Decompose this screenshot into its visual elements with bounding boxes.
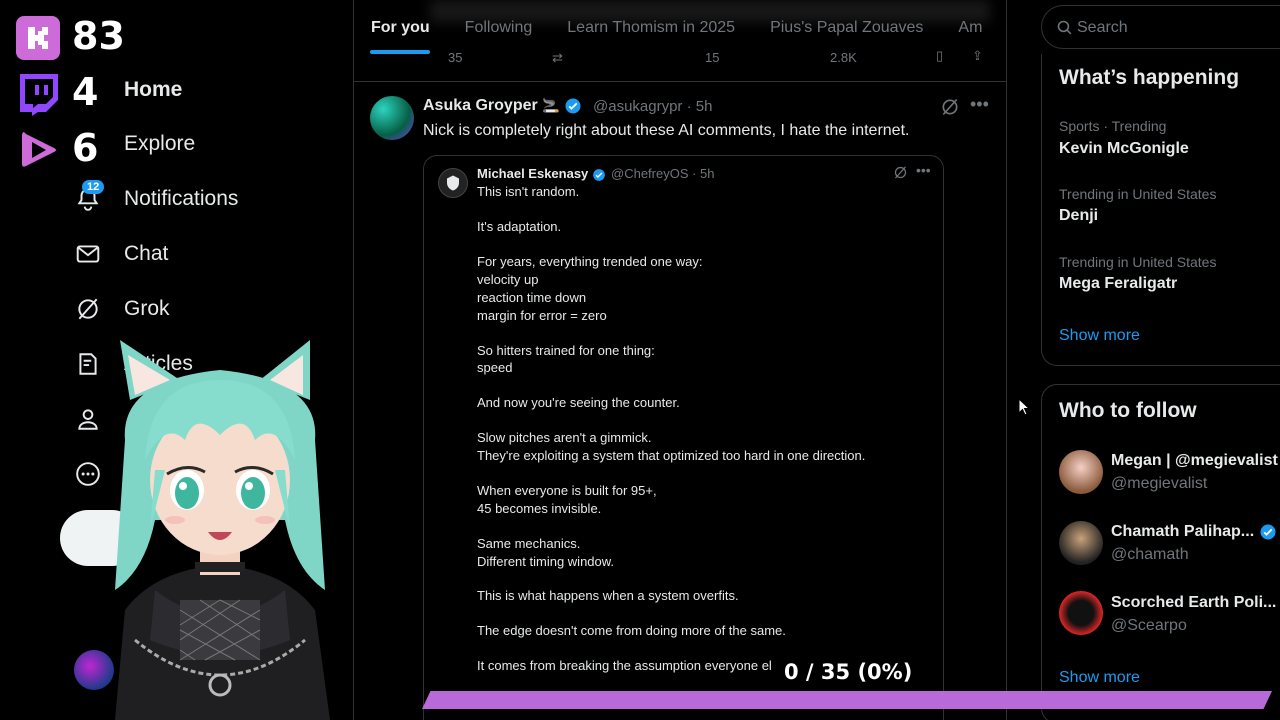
nav-grok[interactable]: Grok	[74, 289, 170, 329]
nav-chat[interactable]: Chat	[74, 234, 168, 274]
post-more-icon[interactable]: •••	[970, 94, 989, 115]
home-icon	[74, 76, 102, 104]
follow-name-text: Chamath Palihap...	[1111, 523, 1255, 541]
view-count[interactable]: 2.8K	[830, 50, 857, 65]
tab-papal-zouaves[interactable]: Pius's Papal Zouaves	[770, 19, 923, 37]
follow-name[interactable]: Chamath Palihap...	[1111, 523, 1277, 541]
kick-icon	[16, 16, 60, 60]
mouse-cursor-icon	[1018, 398, 1030, 416]
grok-post-icon[interactable]	[940, 97, 960, 122]
nav-explore-label: Explore	[124, 132, 196, 155]
tab-for-you[interactable]: For you	[371, 19, 430, 37]
repost-icon[interactable]: ⇄	[552, 50, 563, 66]
like-count[interactable]: 15	[705, 50, 719, 65]
quote-line: reaction time down	[477, 290, 587, 305]
trends-show-more-link[interactable]: Show more	[1059, 327, 1140, 345]
verified-icon	[593, 168, 605, 181]
quote-line: speed	[477, 360, 513, 375]
quote-line: This is what happens when a system overf…	[477, 588, 739, 603]
who-to-follow-title: Who to follow	[1059, 399, 1197, 422]
reply-count[interactable]: 35	[448, 50, 462, 65]
quote-line: It comes from breaking the assumption ev…	[477, 658, 772, 673]
play-icon	[16, 128, 60, 172]
quote-line: Slow pitches aren't a gimmick.	[477, 430, 652, 445]
quote-line: It's adaptation.	[477, 219, 562, 234]
trend-name[interactable]: Kevin McGonigle	[1059, 140, 1189, 158]
bookmark-icon[interactable]: ▯	[936, 48, 943, 64]
nav-chat-label: Chat	[124, 242, 169, 265]
follow-handle: @Scearpo	[1111, 617, 1187, 634]
post-author-avatar[interactable]	[370, 96, 414, 140]
who-to-follow-panel: Who to follow Megan | @megievalist @megi…	[1041, 384, 1280, 720]
quote-line: Same mechanics.	[477, 536, 581, 551]
trend-meta: Trending in United States	[1059, 186, 1217, 202]
search-input[interactable]: Search	[1041, 5, 1280, 49]
quote-line: For years, everything trended one way:	[477, 254, 703, 269]
quoted-post[interactable]: Michael Eskenasy @ChefreyOS · 5h ••• Thi…	[423, 155, 944, 720]
mail-icon	[74, 240, 102, 268]
follow-handle: @chamath	[1111, 546, 1189, 563]
share-icon[interactable]: ⇪	[972, 48, 983, 64]
follow-name[interactable]: Megan | @megievalist	[1111, 452, 1278, 470]
quote-more-icon[interactable]: •••	[916, 162, 931, 178]
post-handle-time[interactable]: @asukagrypr · 5h	[593, 98, 712, 115]
post-author-text: Asuka Groyper	[423, 97, 538, 115]
trend-name[interactable]: Denji	[1059, 207, 1098, 225]
trend-meta: Trending in United States	[1059, 254, 1217, 270]
follow-show-more-link[interactable]: Show more	[1059, 669, 1140, 687]
post-text: Nick is completely right about these AI …	[423, 122, 910, 139]
follow-name[interactable]: Scorched Earth Poli...	[1111, 594, 1276, 612]
nav-notifications-label: Notifications	[124, 187, 239, 210]
twitch-icon	[16, 72, 60, 116]
quote-line: So hitters trained for one thing:	[477, 343, 655, 358]
quote-line: They're exploiting a system that optimiz…	[477, 448, 866, 463]
quote-line: Different timing window.	[477, 554, 615, 569]
nav-home[interactable]: Home	[74, 70, 182, 110]
quote-author-name: Michael Eskenasy	[477, 166, 589, 181]
post-author-name[interactable]: Asuka Groyper 🚬	[423, 97, 582, 115]
quote-line: The edge doesn't come from doing more of…	[477, 623, 786, 638]
quote-handle-time: @ChefreyOS · 5h	[611, 166, 715, 181]
quote-author-avatar	[438, 168, 468, 198]
nav-grok-label: Grok	[124, 297, 170, 320]
quote-line: margin for error = zero	[477, 308, 607, 323]
follow-handle: @megievalist	[1111, 475, 1208, 492]
tab-more[interactable]: Am	[958, 19, 982, 37]
explore-icon	[74, 130, 102, 158]
verified-icon	[1260, 524, 1276, 540]
previous-post-actions: 35 ⇄ 15 2.8K ▯ ⇪	[420, 48, 990, 68]
follow-avatar[interactable]	[1059, 521, 1103, 565]
tab-learn-thomism[interactable]: Learn Thomism in 2025	[567, 19, 735, 37]
quote-line: velocity up	[477, 272, 539, 287]
trend-meta: Sports · Trending	[1059, 118, 1167, 134]
search-placeholder: Search	[1077, 19, 1128, 36]
quote-line: When everyone is built for 95+,	[477, 483, 657, 498]
trend-name[interactable]: Mega Feraligatr	[1059, 275, 1177, 293]
right-divider	[1006, 0, 1007, 720]
quote-line: This isn't random.	[477, 184, 580, 199]
notification-badge: 12	[82, 180, 105, 194]
whats-happening-panel: What’s happening Sports · Trending Kevin…	[1041, 54, 1280, 366]
goal-progress-text: 0 / 35 (0%)	[784, 660, 913, 684]
post-author-emoji: 🚬	[542, 97, 560, 114]
verified-icon	[565, 98, 581, 114]
quote-line: 45 becomes invisible.	[477, 501, 602, 516]
vtuber-avatar	[115, 340, 330, 720]
tab-following[interactable]: Following	[465, 19, 533, 37]
left-divider	[353, 0, 354, 720]
whats-happening-title: What’s happening	[1059, 66, 1240, 89]
quote-author: Michael Eskenasy	[477, 166, 606, 182]
follow-avatar[interactable]	[1059, 450, 1103, 494]
post-separator	[354, 81, 1006, 82]
quote-line: And now you're seeing the counter.	[477, 395, 680, 410]
follow-avatar[interactable]	[1059, 591, 1103, 635]
goal-progress-bar	[422, 691, 1272, 709]
search-icon	[1056, 19, 1073, 41]
grok-icon	[74, 295, 102, 323]
kick-viewer-count: 83	[72, 14, 125, 58]
nav-explore[interactable]: Explore	[74, 124, 195, 164]
nav-home-label: Home	[124, 78, 183, 101]
quote-grok-icon[interactable]	[893, 165, 908, 185]
